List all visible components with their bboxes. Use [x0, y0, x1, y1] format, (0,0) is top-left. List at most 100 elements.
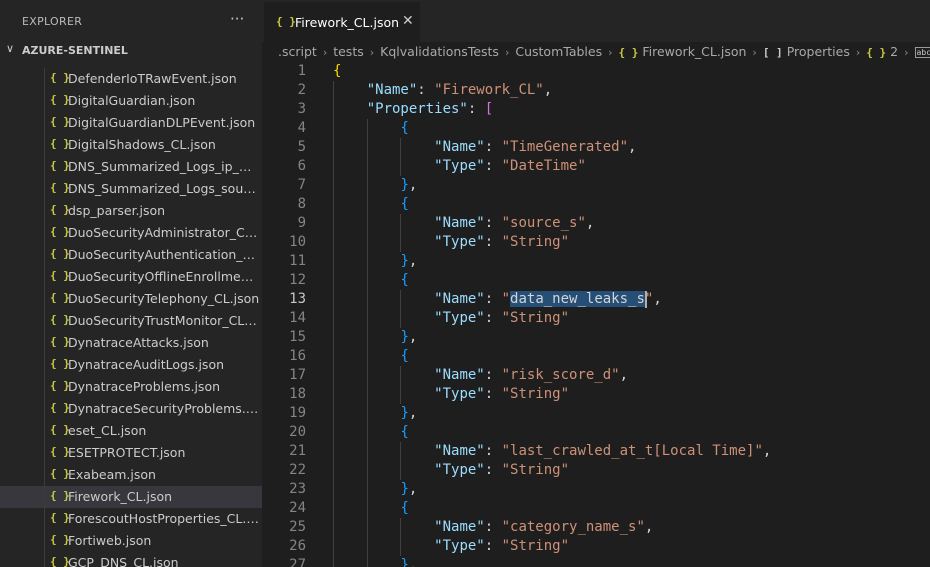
- file-name: DynatraceSecurityProblems.json: [68, 401, 260, 416]
- code-token: "source_s": [501, 215, 586, 231]
- file-tree-item[interactable]: { } DigitalGuardian.json: [0, 90, 262, 112]
- breadcrumb-label: Properties: [786, 44, 850, 59]
- more-actions-icon[interactable]: ···: [230, 10, 244, 28]
- indent-guide: [333, 176, 334, 195]
- file-tree-item[interactable]: { } DynatraceAttacks.json: [0, 332, 262, 354]
- indent-guide: [44, 200, 45, 222]
- json-file-icon: { }: [50, 225, 70, 238]
- indent-guide: [44, 486, 45, 508]
- json-file-icon: { }: [50, 467, 70, 480]
- file-tree-item[interactable]: { } DynatraceAuditLogs.json: [0, 354, 262, 376]
- file-name: DefenderIoTRawEvent.json: [68, 71, 237, 86]
- file-name: Exabeam.json: [68, 467, 156, 482]
- file-tree-item[interactable]: { } DynatraceSecurityProblems.json: [0, 398, 262, 420]
- code-editor[interactable]: 1{2 "Name": "Firework_CL", 3 "Properties": …: [262, 62, 930, 567]
- file-tree-item[interactable]: { } eset_CL.json: [0, 420, 262, 442]
- code-token: "Type": [434, 158, 485, 174]
- code-text: "Type": "String": [434, 309, 569, 328]
- indent-guide: [366, 461, 368, 480]
- indent-guide: [366, 176, 368, 195]
- code-token: {: [400, 272, 409, 288]
- code-text: {: [400, 195, 408, 214]
- code-token: "Type": [434, 310, 485, 326]
- code-text: },: [400, 328, 417, 347]
- file-tree-item[interactable]: { } DuoSecurityTelephony_CL.json: [0, 288, 262, 310]
- code-token: "Name": [366, 82, 418, 98]
- breadcrumb-item[interactable]: { } 2: [866, 44, 898, 59]
- code-line: 18 "Type": "String": [262, 385, 930, 404]
- json-file-icon: { }: [50, 247, 70, 260]
- file-tree-item[interactable]: { } DigitalGuardianDLPEvent.json: [0, 112, 262, 134]
- indent-guide: [44, 266, 45, 288]
- file-name: dsp_parser.json: [68, 203, 166, 218]
- file-tree-item[interactable]: { } ForescoutHostProperties_CL.json: [0, 508, 262, 530]
- close-icon[interactable]: ✕: [402, 13, 414, 29]
- file-tree-item[interactable]: { }DuoSecurityAuthentication_CL.json: [0, 244, 262, 266]
- line-number: 7: [297, 177, 306, 193]
- code-text: },: [400, 404, 417, 423]
- indent-guide: [333, 518, 334, 537]
- breadcrumb-item[interactable]: abcName: [914, 44, 930, 59]
- file-name: DynatraceAuditLogs.json: [68, 357, 225, 372]
- indent-guide: [400, 366, 402, 385]
- file-tree-item[interactable]: { } ESETPROTECT.json: [0, 442, 262, 464]
- file-tree-item[interactable]: { } DefenderIoTRawEvent.json: [0, 68, 262, 90]
- code-text: {: [400, 347, 408, 366]
- code-line: 13 "Name": "data_new_leaks_s",: [262, 290, 930, 309]
- json-file-icon: { }: [50, 423, 70, 436]
- file-tree-item[interactable]: { } Firework_CL.json: [0, 486, 262, 508]
- file-tree: { } DefenderIoTRawEvent.json{ } DigitalGua…: [0, 58, 262, 567]
- indent-guide: [333, 309, 334, 328]
- file-tree-item[interactable]: { } DuoSecurityAdministrator_CL.json: [0, 222, 262, 244]
- line-number: 27: [289, 557, 306, 567]
- indent-guide: [333, 157, 334, 176]
- file-tree-item[interactable]: { } GCP_DNS_CL.json: [0, 552, 262, 567]
- indent-guide: [366, 195, 368, 214]
- tab-firework-cl-json[interactable]: { } Firework_CL.json ✕: [264, 2, 420, 42]
- code-line: 19},: [262, 404, 930, 423]
- indent-guide: [44, 68, 45, 90]
- line-number: 19: [289, 405, 306, 421]
- explorer-title: EXPLORER: [22, 15, 83, 28]
- line-number: 18: [289, 386, 306, 402]
- breadcrumb-item[interactable]: tests: [333, 44, 364, 59]
- file-name: Firework_CL.json: [68, 489, 173, 504]
- code-token: }: [400, 405, 409, 421]
- breadcrumb-item[interactable]: KqlvalidationsTests: [380, 44, 499, 59]
- file-tree-item[interactable]: { } DynatraceProblems.json: [0, 376, 262, 398]
- breadcrumb-item[interactable]: { } Firework_CL.json: [619, 44, 747, 59]
- breadcrumb-label: 2: [890, 44, 899, 59]
- code-token: "category_name_s": [501, 519, 645, 535]
- indent-guide: [366, 233, 368, 252]
- breadcrumb-separator-icon: ›: [608, 46, 613, 59]
- file-tree-item[interactable]: { } Fortiweb.json: [0, 530, 262, 552]
- indent-guide: [333, 119, 334, 138]
- indent-guide: [333, 195, 334, 214]
- code-line: 5 "Name": "TimeGenerated",: [262, 138, 930, 157]
- code-token: :: [484, 139, 502, 155]
- code-line: 15},: [262, 328, 930, 347]
- indent-guide: [333, 499, 334, 518]
- breadcrumb-separator-icon: ›: [504, 46, 510, 59]
- file-tree-item[interactable]: { } DigitalShadows_CL.json: [0, 134, 262, 156]
- breadcrumb-item[interactable]: [ ] Properties: [763, 44, 850, 59]
- file-tree-item[interactable]: { } dsp_parser.json: [0, 200, 262, 222]
- json-file-icon: { }: [276, 15, 296, 28]
- file-tree-item[interactable]: { }DNS_Summarized_Logs_ip_CL.json: [0, 156, 262, 178]
- breadcrumb-item[interactable]: .script: [278, 44, 317, 59]
- line-number: 24: [289, 500, 306, 516]
- code-token: ,: [619, 367, 629, 383]
- code-text: "Name": "Firework_CL",: [367, 81, 552, 100]
- file-tree-item[interactable]: { }DNS_Summarized_Logs_source_CL.json: [0, 178, 262, 200]
- chevron-down-icon: ∨: [6, 42, 15, 55]
- file-tree-item[interactable]: { } DuoSecurityTrustMonitor_CL.json: [0, 310, 262, 332]
- code-token: :: [484, 310, 502, 326]
- indent-guide: [44, 222, 45, 244]
- indent-guide: [366, 423, 368, 442]
- code-line: 21 "Name": "last_crawled_at_t[Local Time]…: [262, 442, 930, 461]
- json-file-icon: { }: [50, 269, 70, 282]
- breadcrumb-item[interactable]: CustomTables: [515, 44, 602, 59]
- file-tree-item[interactable]: { } Exabeam.json: [0, 464, 262, 486]
- file-name: DuoSecurityAdministrator_CL.json: [68, 225, 260, 240]
- file-tree-item[interactable]: { }DuoSecurityOfflineEnrollment_CL.json: [0, 266, 262, 288]
